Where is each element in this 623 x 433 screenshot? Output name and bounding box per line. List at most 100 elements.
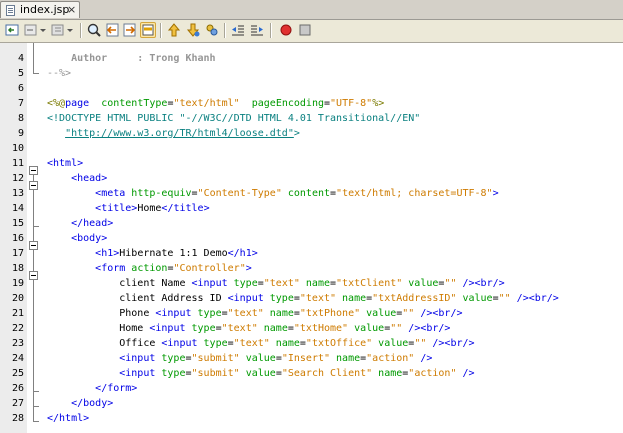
code-token: type <box>227 278 258 289</box>
code-line[interactable]: 10 <box>0 141 623 156</box>
code-text[interactable]: <head> <box>47 171 107 186</box>
code-token: "" <box>444 278 457 289</box>
code-line[interactable]: 4 Author : Trong Khanh <box>0 51 623 66</box>
previous-bookmark-icon[interactable] <box>166 22 182 38</box>
code-token: "txtAddressID" <box>372 293 457 304</box>
code-token: Phone <box>47 308 156 319</box>
code-token: value <box>456 293 493 304</box>
line-number: 18 <box>11 263 24 274</box>
code-text[interactable]: </head> <box>47 216 113 231</box>
stop-macro-recording-icon[interactable] <box>297 22 313 38</box>
code-text[interactable]: <title>Home</title> <box>47 201 209 216</box>
back-history-icon[interactable] <box>4 22 20 38</box>
find-previous-icon[interactable] <box>104 22 120 38</box>
toolbar-separator <box>224 23 226 38</box>
code-text[interactable]: Home <input type="text" name="txtHome" v… <box>47 321 450 336</box>
code-line[interactable]: 8 <!DOCTYPE HTML PUBLIC "-//W3C//DTD HTML… <box>0 111 623 126</box>
line-number: 5 <box>17 68 24 79</box>
code-line[interactable]: 14 <title>Home</title> <box>0 201 623 216</box>
code-text[interactable]: <h1>Hibernate 1:1 Demo</h1> <box>47 246 258 261</box>
code-line[interactable]: 18 <form action="Controller"> <box>0 261 623 276</box>
jsp-file-icon <box>6 5 15 16</box>
code-token: /><br/> <box>426 338 475 349</box>
next-bookmark-icon[interactable] <box>185 22 201 38</box>
code-text[interactable]: </body> <box>47 396 113 411</box>
shift-left-icon[interactable] <box>230 22 246 38</box>
code-line[interactable]: 12 <head> <box>0 171 623 186</box>
code-token: name <box>330 353 361 364</box>
code-line[interactable]: 22 Home <input type="text" name="txtHome… <box>0 321 623 336</box>
code-line[interactable]: 17 <h1>Hibernate 1:1 Demo</h1> <box>0 246 623 261</box>
code-text[interactable]: <input type="submit" value="Search Clien… <box>47 366 475 381</box>
code-line[interactable]: 11 <html> <box>0 156 623 171</box>
toggle-highlight-icon[interactable] <box>140 22 156 38</box>
code-line[interactable]: 24 <input type="submit" value="Insert" n… <box>0 351 623 366</box>
code-token: <!DOCTYPE HTML PUBLIC "-//W3C//DTD HTML … <box>47 113 421 124</box>
forward-history-dropdown-icon[interactable] <box>39 22 47 38</box>
code-text[interactable]: <body> <box>47 231 107 246</box>
code-line[interactable]: 28 </html> <box>0 411 623 426</box>
code-line[interactable]: 9 "http://www.w3.org/TR/html4/loose.dtd"… <box>0 126 623 141</box>
forward-history-icon[interactable] <box>23 22 39 38</box>
code-editor[interactable]: 4 Author : Trong Khanh 5 --%> 6 7 <%@page con… <box>0 43 623 433</box>
code-token: "text" <box>263 278 300 289</box>
code-token: <input <box>119 353 156 364</box>
code-token: <input <box>149 323 186 334</box>
line-number: 28 <box>11 413 24 424</box>
code-line[interactable]: 6 <box>0 81 623 96</box>
code-line[interactable]: 25 <input type="submit" value="Search Cl… <box>0 366 623 381</box>
last-edit-icon[interactable] <box>50 22 66 38</box>
code-text[interactable]: </form> <box>47 381 137 396</box>
code-line[interactable]: 21 Phone <input type="text" name="txtPho… <box>0 306 623 321</box>
code-text[interactable]: Office <input type="text" name="txtOffic… <box>47 336 475 351</box>
code-text[interactable]: <form action="Controller"> <box>47 261 252 276</box>
line-number: 20 <box>11 293 24 304</box>
code-token: </body> <box>71 398 114 409</box>
code-line[interactable]: 20 client Address ID <input type="text" … <box>0 291 623 306</box>
code-text[interactable]: <%@page contentType="text/html" pageEnco… <box>47 96 384 111</box>
last-edit-dropdown-icon[interactable] <box>66 22 74 38</box>
toggle-bookmark-icon[interactable] <box>204 22 220 38</box>
line-number: 26 <box>11 383 24 394</box>
code-text[interactable]: <html> <box>47 156 83 171</box>
code-token: <form <box>95 263 126 274</box>
code-token: type <box>185 323 216 334</box>
code-text[interactable]: <input type="submit" value="Insert" name… <box>47 351 432 366</box>
code-text[interactable]: --%> <box>47 66 71 81</box>
code-text[interactable]: Author : Trong Khanh <box>47 51 216 66</box>
code-line[interactable]: 26 </form> <box>0 381 623 396</box>
code-line[interactable]: 19 client Name <input type="text" name="… <box>0 276 623 291</box>
close-tab-icon[interactable]: × <box>67 2 76 18</box>
code-line[interactable]: 15 </head> <box>0 216 623 231</box>
line-number: 25 <box>11 368 24 379</box>
code-line[interactable]: 27 </body> <box>0 396 623 411</box>
code-line[interactable]: 23 Office <input type="text" name="txtOf… <box>0 336 623 351</box>
tab-index-jsp[interactable]: index.jsp × <box>0 1 80 18</box>
code-line[interactable]: 16 <body> <box>0 231 623 246</box>
find-next-icon[interactable] <box>122 22 138 38</box>
code-token: </form> <box>95 383 138 394</box>
find-selection-icon[interactable] <box>86 22 102 38</box>
code-text[interactable]: <meta http-equiv="Content-Type" content=… <box>47 186 498 201</box>
code-token: contentType <box>101 98 168 109</box>
code-token: /> <box>456 368 475 379</box>
code-text[interactable]: </html> <box>47 411 89 426</box>
code-token: name <box>372 368 403 379</box>
code-text[interactable]: Phone <input type="text" name="txtPhone"… <box>47 306 462 321</box>
code-token: "Search Client" <box>281 368 373 379</box>
code-token: <body> <box>71 233 108 244</box>
code-text[interactable]: <!DOCTYPE HTML PUBLIC "-//W3C//DTD HTML … <box>47 111 420 126</box>
code-text[interactable]: "http://www.w3.org/TR/html4/loose.dtd"> <box>47 126 300 141</box>
shift-right-icon[interactable] <box>249 22 265 38</box>
start-macro-recording-icon[interactable] <box>278 22 294 38</box>
code-text[interactable]: client Name <input type="text" name="txt… <box>47 276 504 291</box>
code-token: "Content-Type" <box>197 188 282 199</box>
code-line[interactable]: 5 --%> <box>0 66 623 81</box>
code-token: "http://www.w3.org/TR/html4/loose.dtd" <box>65 128 294 139</box>
code-line[interactable]: 7 <%@page contentType="text/html" pageEnc… <box>0 96 623 111</box>
code-token: name <box>336 293 367 304</box>
code-text[interactable]: client Address ID <input type="text" nam… <box>47 291 559 306</box>
code-line[interactable]: 13 <meta http-equiv="Content-Type" conte… <box>0 186 623 201</box>
code-token: "" <box>414 338 427 349</box>
